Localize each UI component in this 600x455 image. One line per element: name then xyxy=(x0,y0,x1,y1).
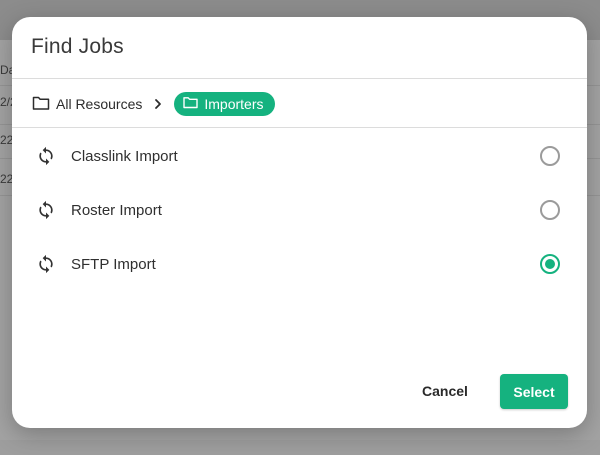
breadcrumb-importers[interactable]: Importers xyxy=(174,92,275,116)
breadcrumb-root-label: All Resources xyxy=(56,96,143,112)
find-jobs-dialog: Find Jobs All Resources Importers Classl… xyxy=(12,17,587,428)
breadcrumb: All Resources Importers xyxy=(32,92,275,116)
job-label: Roster Import xyxy=(71,201,162,219)
breadcrumb-current-label: Importers xyxy=(204,96,264,112)
folder-icon xyxy=(183,96,199,112)
select-button[interactable]: Select xyxy=(500,374,568,409)
job-radio[interactable] xyxy=(540,200,560,220)
breadcrumb-all-resources[interactable]: All Resources xyxy=(32,95,142,114)
job-row-sftp-import[interactable]: SFTP Import xyxy=(12,237,587,291)
folder-icon xyxy=(32,95,50,114)
header-divider xyxy=(12,78,587,79)
sync-icon xyxy=(35,253,57,275)
job-row-roster-import[interactable]: Roster Import xyxy=(12,183,587,237)
job-list: Classlink Import Roster Import SFTP Impo… xyxy=(12,129,587,291)
dialog-title: Find Jobs xyxy=(31,35,124,58)
sync-icon xyxy=(35,199,57,221)
cancel-button[interactable]: Cancel xyxy=(410,375,480,407)
job-radio[interactable] xyxy=(540,254,560,274)
job-label: Classlink Import xyxy=(71,147,178,165)
chevron-right-icon xyxy=(146,98,170,110)
job-label: SFTP Import xyxy=(71,255,156,273)
job-radio[interactable] xyxy=(540,146,560,166)
job-row-classlink-import[interactable]: Classlink Import xyxy=(12,129,587,183)
breadcrumb-divider xyxy=(12,127,587,128)
sync-icon xyxy=(35,145,57,167)
